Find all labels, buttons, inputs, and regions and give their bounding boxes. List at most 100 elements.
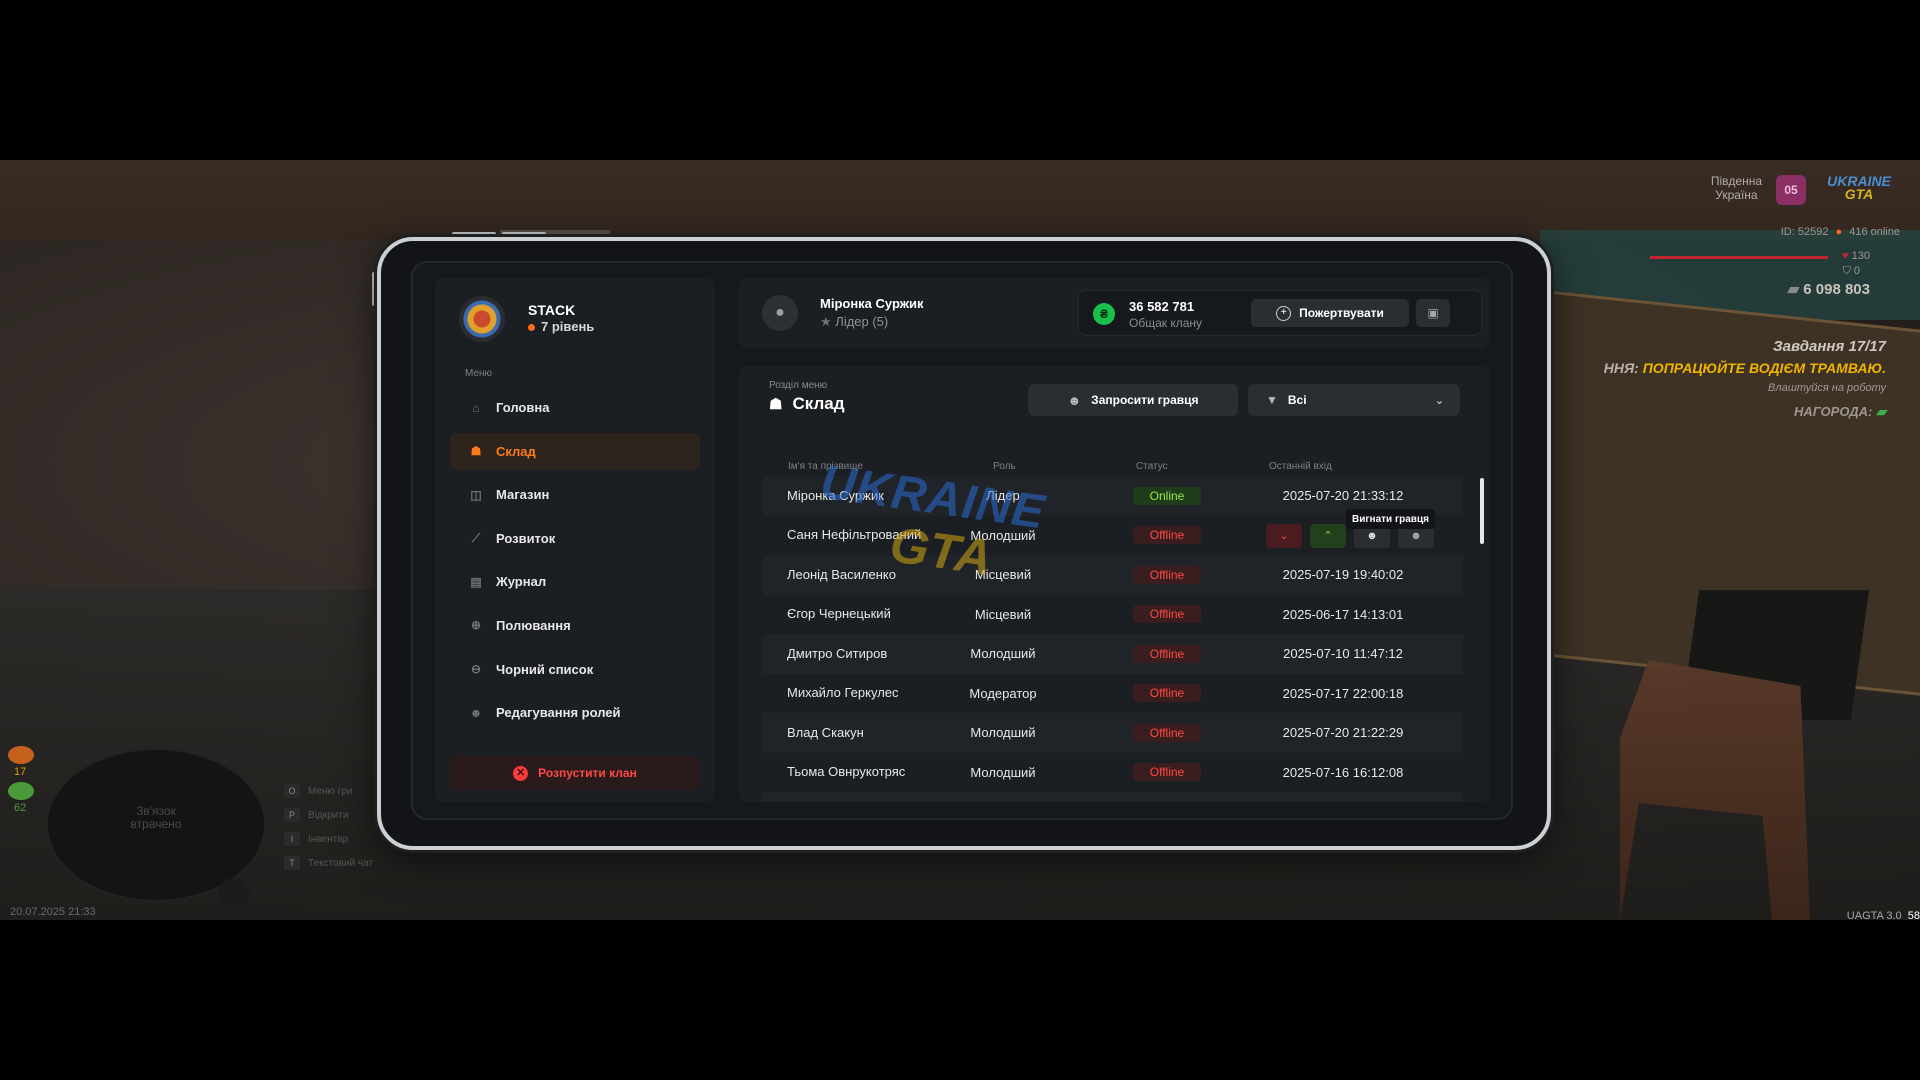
column-name: Ім'я та прізвище xyxy=(788,461,863,472)
game-version: UAGTA 3.0 xyxy=(1846,910,1902,920)
table-header: Ім'я та прізвище Роль Статус Останній вх… xyxy=(738,461,1490,477)
sidebar-item[interactable]: ☗ Склад xyxy=(450,432,700,470)
game-logo: UKRAINE GTA xyxy=(1818,174,1900,205)
clan-level: 7 рівень xyxy=(528,319,594,334)
status-badge: Offline xyxy=(1133,565,1201,584)
member-name: Влад Скакун xyxy=(787,724,864,740)
header-card: ● Міронка Суржик ★ Лідер (5) ₴ 36 582 78… xyxy=(738,278,1490,348)
sidebar-item[interactable]: ⌂ Головна xyxy=(450,389,700,426)
section-title: ☗ Склад xyxy=(769,394,845,414)
sidebar-item-label: Журнал xyxy=(496,574,547,590)
sidebar-item[interactable]: ⟋ Розвиток xyxy=(450,520,700,557)
user-edit-icon: ☻ xyxy=(469,705,483,720)
member-role: Місцевий xyxy=(974,567,1032,583)
member-role: Модератор xyxy=(969,685,1037,701)
armor-number: 0 xyxy=(1853,265,1860,277)
hotkey-item: O Меню гри xyxy=(284,780,373,804)
sidebar-item[interactable]: ◫ Магазин xyxy=(450,476,700,513)
online-dot-icon: ● xyxy=(1835,226,1843,238)
sidebar-item[interactable]: ☻ Редагування ролей xyxy=(450,694,700,731)
invite-player-button[interactable]: ☻ Запросити гравця xyxy=(1028,384,1238,416)
table-row[interactable]: Леонід Василенко Місцевий Offline 2025-07-1… xyxy=(763,555,1463,595)
member-role: Місцевий xyxy=(974,606,1032,622)
wallet-button[interactable]: ▣ xyxy=(1416,299,1450,327)
donate-button[interactable]: + Пожертвувати xyxy=(1251,299,1409,327)
sidebar-item[interactable]: ⊖ Чорний список xyxy=(450,651,700,688)
sidebar-item[interactable]: ▤ Журнал xyxy=(450,563,700,600)
table-row[interactable]: Тьома Овнрукотряс Молодший Offline 2025-07-… xyxy=(763,753,1463,793)
clan-name: STACK xyxy=(528,302,576,318)
status-badge: Offline xyxy=(1133,644,1201,663)
avatar: ● xyxy=(762,295,798,331)
server-region-line1: Південна xyxy=(1710,174,1762,188)
hotkey-label: Меню гри xyxy=(308,786,353,797)
book-icon: ▤ xyxy=(470,574,482,589)
member-name: Лакоста Хард xyxy=(787,792,937,802)
sidebar-item-label: Розвиток xyxy=(496,530,556,546)
water-value: 62 xyxy=(14,802,27,814)
target-icon: ⊕ xyxy=(470,618,482,633)
server-number-badge: 05 xyxy=(1776,175,1806,205)
status-badge: Online xyxy=(1133,486,1201,505)
table-row[interactable]: Влад Скакун Молодший Offline 2025-07-20 21:… xyxy=(763,713,1463,753)
task-reward: НАГОРОДА: ▰ xyxy=(1794,404,1886,420)
balance-label: Общак клану xyxy=(1129,316,1203,330)
table-row[interactable]: Дмитро Ситиров Молодший Offline 2025-07-10 … xyxy=(763,634,1463,674)
member-role: Молодший xyxy=(970,764,1036,780)
player-role-text: Лідер (5) xyxy=(835,314,889,329)
hotkey-key: O xyxy=(284,784,300,798)
hotkey-item: I Інвентар xyxy=(284,828,373,852)
member-last-login: 2025-07-16 16:12:08 xyxy=(1282,764,1404,780)
balance-value: 36 582 781 xyxy=(1129,299,1195,314)
hunger-icon xyxy=(8,746,34,764)
player-id-online: ID: 52592 ● 416 online xyxy=(1781,226,1900,238)
member-last-login: 2025-07-10 11:47:12 xyxy=(1283,646,1403,662)
disband-clan-label: Розпустити клан xyxy=(538,766,637,780)
microphone-icon xyxy=(218,878,250,910)
table-row[interactable]: Михайло Геркулес Модератор Offline 2025-07-… xyxy=(763,674,1463,714)
member-last-login: 2025-07-17 22:00:18 xyxy=(1282,685,1404,701)
task-text: ННЯ: ПОПРАЦЮЙТЕ ВОДІЄМ ТРАМВАЮ. xyxy=(1604,360,1886,376)
player-id: ID: 52592 xyxy=(1780,226,1829,238)
sidebar-item[interactable]: ⊕ Полювання xyxy=(450,607,700,644)
member-name: Єгор Чернецький xyxy=(787,606,891,622)
status-badge: Offline xyxy=(1133,763,1201,782)
task-reward-label: НАГОРОДА: xyxy=(1793,404,1873,419)
demote-button[interactable]: ⌄ xyxy=(1266,523,1302,548)
filter-value: Всі xyxy=(1287,393,1307,407)
hunger-value: 17 xyxy=(14,766,27,778)
plus-icon: + xyxy=(1276,305,1292,321)
member-last-login: 2025-07-20 21:22:29 xyxy=(1282,725,1404,741)
member-role: Молодший xyxy=(943,792,1063,802)
shield-icon: ⛉ xyxy=(1842,265,1854,277)
sidebar-item-label: Головна xyxy=(496,400,550,415)
server-region: Південна Україна xyxy=(1711,174,1762,202)
member-name: Михайло Геркулес xyxy=(787,685,899,701)
table-row[interactable]: Лакоста ХардМолодшийOffline2025-07-20 18… xyxy=(763,792,1463,802)
background-wall xyxy=(0,160,1920,240)
promote-button[interactable]: ⌃ xyxy=(1310,523,1346,548)
block-icon: ⊖ xyxy=(470,662,482,677)
chevron-up-icon: ⌃ xyxy=(1323,530,1333,542)
task-objective: ПОПРАЦЮЙТЕ ВОДІЄМ ТРАМВАЮ. xyxy=(1642,360,1886,376)
member-name: Тьома Овнрукотряс xyxy=(787,764,906,780)
member-last-login: 2025-07-19 19:40:02 xyxy=(1282,567,1404,583)
status-badge: Offline xyxy=(1133,684,1201,703)
sidebar-menu: ⌂ Головна ☗ Склад ◫ Магазин ⟋ Розвиток ▤ Журнал ⊕ П… xyxy=(450,389,700,738)
remove-user-icon: ☻ xyxy=(1366,529,1378,542)
task-prefix: ННЯ: xyxy=(1603,360,1639,376)
column-role: Роль xyxy=(993,461,1016,472)
table-scrollbar[interactable] xyxy=(1480,478,1484,544)
star-icon: ★ xyxy=(820,314,836,329)
filter-select[interactable]: ▼ Всі ⌄ xyxy=(1248,384,1460,416)
sidebar-item-label: Редагування ролей xyxy=(496,705,621,721)
members-icon: ☗ xyxy=(470,444,482,459)
basket-icon: ◫ xyxy=(470,487,482,502)
disband-clan-button[interactable]: ✕ Розпустити клан xyxy=(450,756,700,790)
column-status: Статус xyxy=(1136,461,1168,472)
user-icon: ● xyxy=(775,304,785,321)
table-row[interactable]: Єгор Чернецький Місцевий Offline 2025-06-17… xyxy=(763,595,1463,635)
armor-value: ⛉ 0 xyxy=(1843,265,1860,278)
sidebar-item-label: Магазин xyxy=(496,487,550,503)
filter-icon: ▼ xyxy=(1266,393,1278,407)
